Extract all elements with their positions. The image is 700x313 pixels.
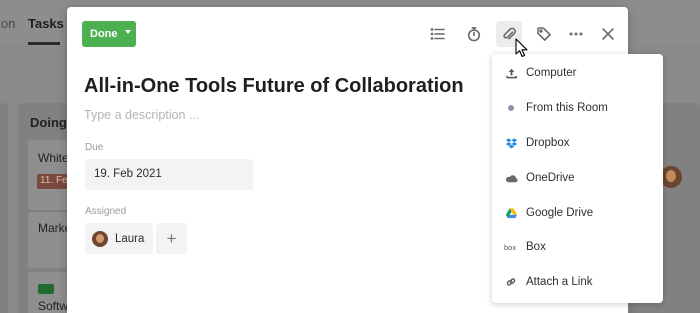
menu-item-google-drive[interactable]: Google Drive bbox=[492, 197, 663, 229]
menu-item-label: Computer bbox=[526, 67, 577, 79]
upload-icon bbox=[504, 66, 518, 80]
column-title-doing: Doing( bbox=[30, 115, 72, 130]
caret-down-icon bbox=[125, 30, 131, 34]
assignee-name: Laura bbox=[115, 232, 145, 245]
menu-item-label: Dropbox bbox=[526, 137, 570, 149]
board-column-left bbox=[0, 103, 8, 313]
menu-item-label: From this Room bbox=[526, 102, 608, 114]
onedrive-icon bbox=[504, 171, 518, 185]
menu-item-room[interactable]: From this Room bbox=[492, 92, 663, 124]
stopwatch-icon bbox=[467, 26, 481, 42]
task-card-due-badge: 11. Fe bbox=[37, 174, 71, 189]
svg-text:box: box bbox=[504, 243, 516, 252]
menu-item-computer[interactable]: Computer bbox=[492, 57, 663, 89]
attach-menu: Computer From this Room Dropbox OneDrive… bbox=[492, 54, 663, 303]
google-drive-icon bbox=[504, 206, 518, 220]
mouse-cursor-icon bbox=[515, 38, 528, 58]
add-assignee-button[interactable]: + bbox=[156, 223, 187, 254]
menu-item-label: Box bbox=[526, 241, 546, 253]
task-title[interactable]: All-in-One Tools Future of Collaboration bbox=[84, 75, 464, 98]
tag-icon bbox=[537, 27, 551, 41]
menu-item-label: OneDrive bbox=[526, 172, 575, 184]
more-options-button[interactable] bbox=[563, 21, 589, 47]
avatar bbox=[660, 166, 682, 188]
box-icon: box bbox=[504, 240, 518, 254]
avatar bbox=[92, 230, 108, 247]
status-button[interactable]: Done bbox=[82, 21, 136, 47]
due-label: Due bbox=[85, 142, 104, 153]
dropbox-icon bbox=[504, 136, 518, 150]
menu-item-dropbox[interactable]: Dropbox bbox=[492, 127, 663, 159]
list-icon bbox=[430, 28, 445, 40]
tab-tasks[interactable]: Tasks bbox=[28, 16, 64, 31]
menu-item-box[interactable]: box Box bbox=[492, 231, 663, 263]
menu-item-label: Attach a Link bbox=[526, 276, 593, 288]
timer-button[interactable] bbox=[461, 21, 487, 47]
tab-previous[interactable]: ion bbox=[0, 16, 15, 31]
active-tab-indicator bbox=[28, 42, 60, 45]
more-icon bbox=[569, 32, 583, 36]
status-button-label: Done bbox=[90, 28, 118, 40]
close-icon bbox=[602, 28, 614, 40]
menu-item-label: Google Drive bbox=[526, 207, 594, 219]
link-icon bbox=[504, 275, 518, 289]
menu-item-link[interactable]: Attach a Link bbox=[492, 266, 663, 298]
tag-button[interactable] bbox=[531, 21, 557, 47]
description-input[interactable]: Type a description ... bbox=[84, 108, 199, 122]
task-card-title: White bbox=[38, 151, 69, 165]
dot-icon bbox=[504, 101, 518, 115]
assignee-chip[interactable]: Laura bbox=[85, 223, 153, 254]
menu-item-onedrive[interactable]: OneDrive bbox=[492, 162, 663, 194]
assigned-label: Assigned bbox=[85, 206, 127, 217]
due-date-field[interactable]: 19. Feb 2021 bbox=[85, 159, 253, 190]
checklist-button[interactable] bbox=[425, 21, 451, 47]
task-card-label bbox=[38, 284, 54, 294]
task-card-title: Softw bbox=[38, 299, 69, 313]
close-button[interactable] bbox=[595, 21, 621, 47]
